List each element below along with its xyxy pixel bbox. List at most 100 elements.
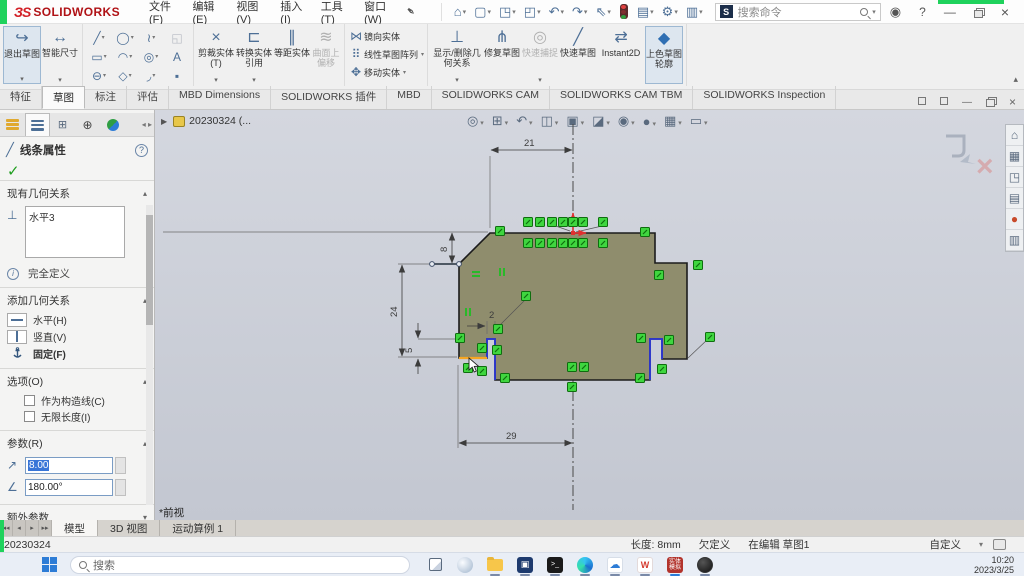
feature-tab-0[interactable]: 特征 <box>0 86 42 109</box>
relation-marker[interactable] <box>548 239 557 248</box>
save-icon[interactable]: ◰▾ <box>520 3 545 21</box>
exit-sketch-button[interactable]: ↪ 退出草图 ▾ <box>3 26 41 84</box>
doc-frame2-icon[interactable] <box>940 97 948 108</box>
dimension-5[interactable]: 5 <box>404 348 415 353</box>
convert-entities-button[interactable]: ⊏ 转换实体引用 ▾ <box>235 26 273 84</box>
relation-marker[interactable] <box>478 344 487 353</box>
display-delete-relations-button[interactable]: ⊥ 显示/删除几何关系 ▾ <box>431 26 483 84</box>
caret-down-icon[interactable]: ▾ <box>403 69 406 76</box>
caret-down-icon[interactable]: ▾ <box>58 76 62 84</box>
relation-marker[interactable] <box>599 218 608 227</box>
command-search[interactable]: S 搜索命令 ▾ <box>715 3 881 21</box>
options-gear-icon[interactable]: ⚙▾ <box>658 3 682 21</box>
relation-marker[interactable] <box>655 271 664 280</box>
search-caret-icon[interactable]: ▾ <box>872 8 876 16</box>
help-icon[interactable]: ? <box>135 144 148 157</box>
existing-relations-header[interactable]: 现有几何关系 ▴ <box>0 181 154 204</box>
rectangle-tool-button[interactable]: ▭▾ <box>86 50 112 64</box>
relation-marker[interactable] <box>579 218 588 227</box>
slot-tool-button[interactable]: ⊖▾ <box>86 69 112 83</box>
relation-marker[interactable] <box>568 363 577 372</box>
restore-icon[interactable] <box>965 3 992 21</box>
offset-entities-button[interactable]: ∥ 等距实体 <box>273 26 311 84</box>
help-icon[interactable]: ? <box>910 3 935 21</box>
new-document-icon[interactable]: ▢▾ <box>470 3 495 21</box>
doc-restore-icon[interactable] <box>986 97 995 108</box>
caret-down-icon[interactable]: ▾ <box>421 51 424 58</box>
search-icon[interactable] <box>860 8 868 16</box>
edge-lite-icon[interactable] <box>454 555 476 575</box>
start-icon[interactable] <box>38 555 60 575</box>
move-entities-button[interactable]: ✥ 移动实体 ▾ <box>348 63 406 81</box>
model-tab-2[interactable]: 运动算例 1 <box>160 520 236 536</box>
select-cursor-icon[interactable]: ⇖▾ <box>591 3 614 21</box>
angle-spinner[interactable] <box>115 479 126 496</box>
sketch-profile[interactable] <box>459 233 687 380</box>
sphere-app-icon[interactable] <box>694 555 716 575</box>
text-tool-button[interactable]: A <box>164 50 190 64</box>
property-manager-tab[interactable] <box>25 113 50 136</box>
trim-entities-button[interactable]: × 剪裁实体(T) ▾ <box>197 26 235 84</box>
display-manager-tab[interactable] <box>100 113 125 136</box>
redo-icon[interactable]: ↷▾ <box>568 3 591 21</box>
open-icon[interactable]: ◳▾ <box>495 3 520 21</box>
dimension-8[interactable]: 8 <box>439 247 450 252</box>
dimension-24[interactable]: 24 <box>389 306 400 317</box>
relation-marker[interactable] <box>456 334 465 343</box>
dimxpert-manager-tab[interactable]: ⊕ <box>75 113 100 136</box>
construction-checkbox[interactable] <box>24 395 35 406</box>
infinite-checkbox[interactable] <box>24 411 35 422</box>
panel-scrollbar[interactable] <box>146 205 153 505</box>
shaded-sketch-contours-button[interactable]: ◆ 上色草图轮廓 <box>645 26 683 84</box>
next-tab-icon[interactable]: ▸ <box>26 520 39 536</box>
doc-minimize-icon[interactable]: — <box>962 97 972 108</box>
additional-parameters-header[interactable]: 额外参数 ▾ <box>0 505 154 520</box>
relation-marker[interactable] <box>579 239 588 248</box>
caret-down-icon[interactable]: ▾ <box>252 76 256 84</box>
dimension-21[interactable]: 21 <box>524 138 535 149</box>
solidworks-box-icon[interactable]: 实体模拟 <box>664 555 686 575</box>
parameters-header[interactable]: 参数(R) ▴ <box>0 431 154 454</box>
relation-marker[interactable] <box>569 239 578 248</box>
pin-icon[interactable]: ✒ <box>402 4 417 20</box>
relation-item[interactable]: 水平3 <box>29 209 121 224</box>
angle-input[interactable]: 180.00° <box>25 479 113 496</box>
taskbar-search[interactable]: 搜索 <box>70 556 410 574</box>
origin-point[interactable] <box>571 231 575 235</box>
relation-marker[interactable] <box>524 218 533 227</box>
feature-tab-6[interactable]: MBD <box>387 86 431 109</box>
point-tool-button[interactable]: ▪ <box>164 69 190 83</box>
make-vertical-button[interactable]: 竖直(V) <box>0 328 154 345</box>
model-tab-1[interactable]: 3D 视图 <box>98 520 160 536</box>
relation-marker[interactable] <box>559 239 568 248</box>
sketch-canvas[interactable]: 21 8 24 5 2 <box>155 110 1024 520</box>
expand-icon[interactable]: ▾ <box>143 513 147 520</box>
file-explorer-icon[interactable] <box>484 555 506 575</box>
line-tool-button[interactable]: ╱▾ <box>86 31 112 45</box>
home-icon[interactable]: ⌂▾ <box>450 3 470 20</box>
make-horizontal-button[interactable]: 水平(H) <box>0 311 154 328</box>
wps-icon[interactable]: W <box>634 555 656 575</box>
taskbar-clock[interactable]: 10:20 2023/3/25 <box>974 555 1014 575</box>
relation-marker[interactable] <box>658 365 667 374</box>
feature-tab-2[interactable]: 标注 <box>85 86 127 109</box>
relation-marker[interactable] <box>706 333 715 342</box>
caret-down-icon[interactable]: ▾ <box>214 76 218 84</box>
ok-button[interactable]: ✓ <box>7 162 20 180</box>
status-tool-icon[interactable] <box>993 539 1006 550</box>
relation-marker[interactable] <box>493 346 502 355</box>
relation-marker[interactable] <box>637 334 646 343</box>
collapse-icon[interactable]: ▴ <box>143 189 147 198</box>
ellipse-tool-button[interactable]: ◎▾ <box>138 50 164 64</box>
repair-sketch-button[interactable]: ⋔ 修复草图 <box>483 26 521 84</box>
relation-marker[interactable] <box>641 228 650 237</box>
length-input[interactable]: 8.00 <box>25 457 113 474</box>
edge-icon[interactable] <box>574 555 596 575</box>
polygon-tool-button[interactable]: ◇▾ <box>112 69 138 83</box>
circle-tool-button[interactable]: ◯▾ <box>112 31 138 45</box>
dimension-29[interactable]: 29 <box>506 431 517 442</box>
endpoint[interactable] <box>457 262 462 267</box>
construction-line-option[interactable]: 作为构造线(C) <box>0 392 154 408</box>
feature-tab-4[interactable]: MBD Dimensions <box>169 86 271 109</box>
caret-down-icon[interactable]: ▾ <box>20 75 24 83</box>
